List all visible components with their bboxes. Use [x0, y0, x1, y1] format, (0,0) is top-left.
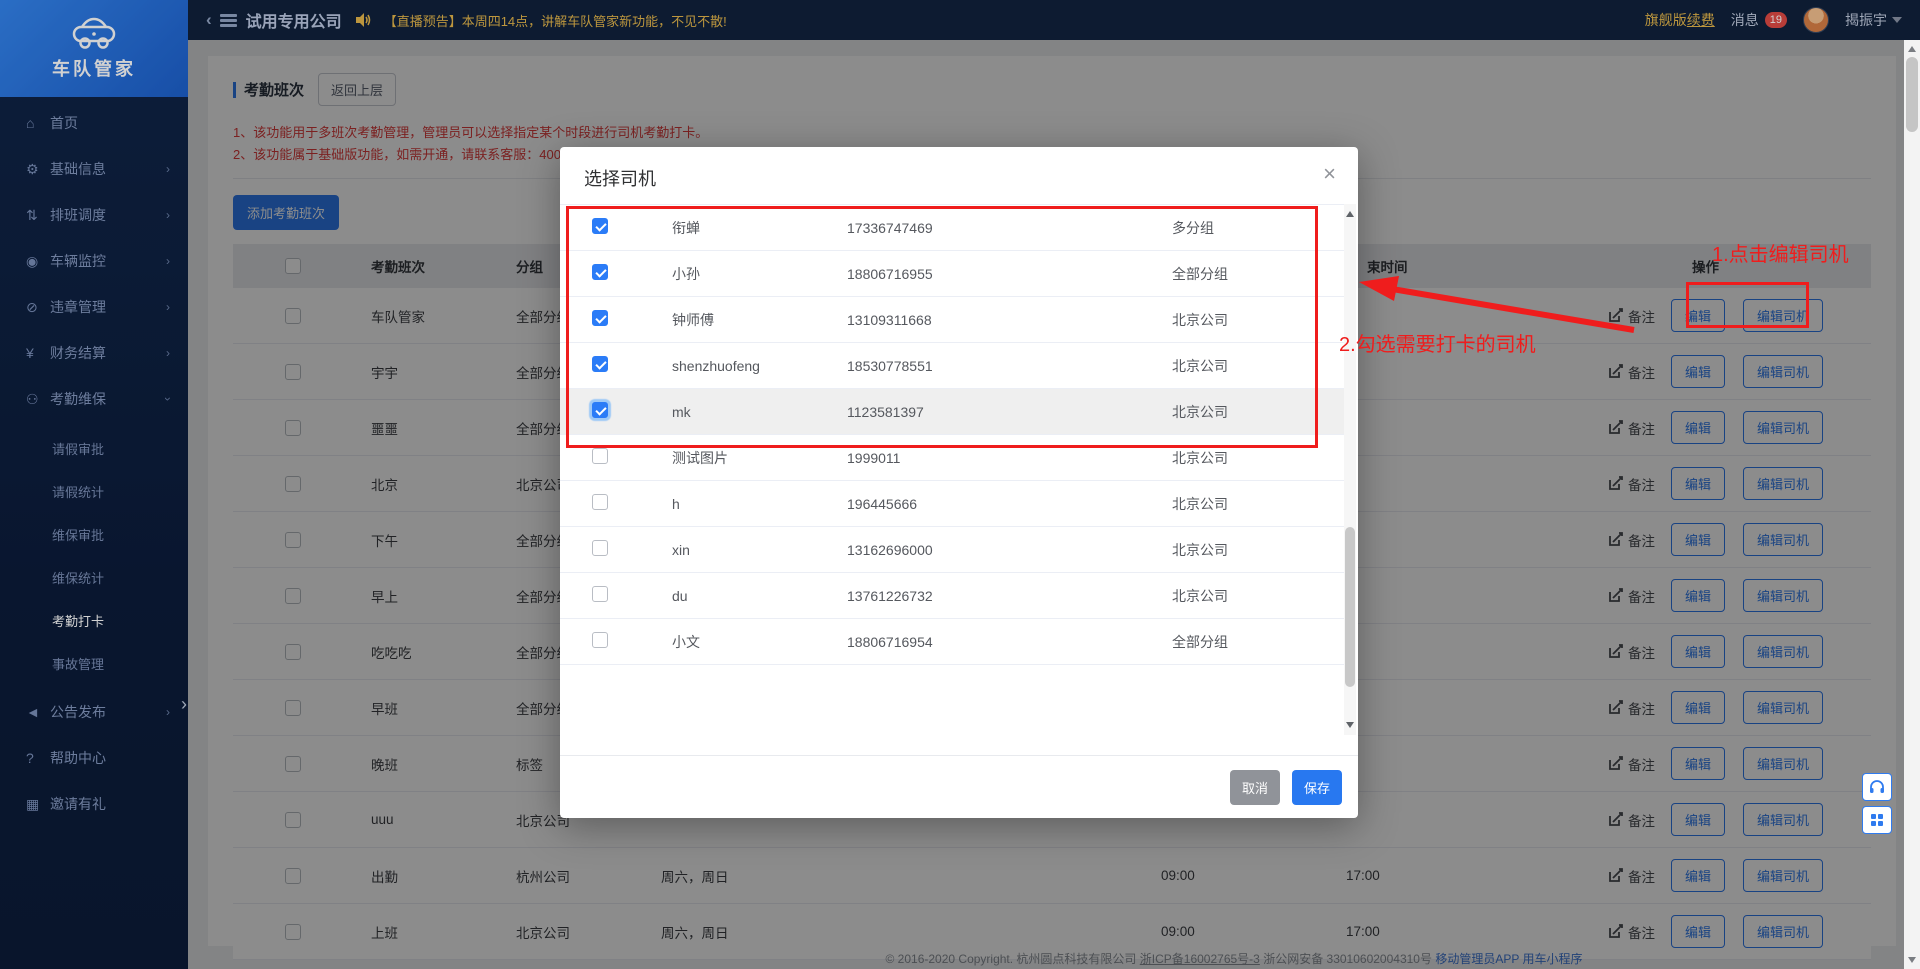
scroll-down-icon[interactable]	[1346, 722, 1354, 728]
scrollbar-thumb[interactable]	[1345, 527, 1355, 687]
driver-name: mk	[672, 403, 691, 420]
driver-group: 北京公司	[1172, 449, 1228, 466]
driver-row[interactable]: du 13761226732 北京公司	[560, 573, 1344, 619]
scroll-up-icon[interactable]	[1346, 211, 1354, 217]
driver-checkbox[interactable]	[592, 310, 608, 326]
app-page: ‹ 试用专用公司 【直播预告】本周四14点，讲解车队管家新功能，不见不散! 旗舰…	[0, 0, 1920, 969]
driver-checkbox[interactable]	[592, 218, 608, 234]
driver-name: h	[672, 495, 680, 512]
driver-row[interactable]: 钟师傅 13109311668 北京公司	[560, 297, 1344, 343]
driver-group: 北京公司	[1172, 541, 1228, 558]
cancel-button[interactable]: 取消	[1229, 769, 1280, 805]
driver-phone: 18530778551	[847, 357, 933, 374]
driver-checkbox[interactable]	[592, 264, 608, 280]
driver-group: 北京公司	[1172, 587, 1228, 604]
driver-checkbox[interactable]	[592, 586, 608, 602]
driver-phone: 18806716954	[847, 633, 933, 650]
driver-name: 测试图片	[672, 449, 728, 466]
driver-row[interactable]: 衔蝉 17336747469 多分组	[560, 205, 1344, 251]
driver-phone: 1999011	[847, 449, 901, 466]
driver-group: 北京公司	[1172, 311, 1228, 328]
driver-checkbox[interactable]	[592, 356, 608, 372]
driver-phone: 13162696000	[847, 541, 933, 558]
driver-name: 衔蝉	[672, 219, 700, 236]
scroll-up-icon[interactable]	[1908, 46, 1916, 52]
customer-service-button[interactable]	[1862, 773, 1892, 801]
select-driver-dialog: 选择司机 × 衔蝉 17336747469 多分组 小孙 18806716955…	[560, 147, 1358, 818]
apps-grid-button[interactable]	[1862, 806, 1892, 834]
driver-phone: 18806716955	[847, 265, 933, 282]
driver-row[interactable]: 小文 18806716954 全部分组	[560, 619, 1344, 665]
driver-checkbox[interactable]	[592, 448, 608, 464]
driver-group: 全部分组	[1172, 633, 1228, 650]
driver-phone: 17336747469	[847, 219, 933, 236]
driver-row[interactable]: 测试图片 1999011 北京公司	[560, 435, 1344, 481]
driver-name: 钟师傅	[672, 311, 714, 328]
driver-checkbox[interactable]	[592, 632, 608, 648]
driver-row[interactable]: 小孙 18806716955 全部分组	[560, 251, 1344, 297]
driver-list-scrollbar[interactable]	[1344, 204, 1356, 735]
close-icon[interactable]: ×	[1323, 161, 1336, 187]
driver-row[interactable]: mk 1123581397 北京公司	[560, 389, 1344, 435]
driver-name: xin	[672, 541, 690, 558]
driver-name: du	[672, 587, 688, 604]
driver-checkbox[interactable]	[592, 494, 608, 510]
driver-list: 衔蝉 17336747469 多分组 小孙 18806716955 全部分组 钟…	[560, 204, 1344, 724]
driver-name: 小孙	[672, 265, 700, 282]
headset-icon	[1870, 779, 1884, 793]
driver-row[interactable]: shenzhuofeng 18530778551 北京公司	[560, 343, 1344, 389]
page-scrollbar-thumb[interactable]	[1906, 57, 1918, 132]
driver-checkbox[interactable]	[592, 540, 608, 556]
driver-checkbox[interactable]	[592, 402, 608, 418]
driver-phone: 13109311668	[847, 311, 932, 328]
grid-icon	[1871, 814, 1883, 826]
save-button[interactable]: 保存	[1291, 769, 1342, 805]
modal-overlay-sidebar	[0, 0, 188, 969]
driver-name: 小文	[672, 633, 700, 650]
driver-group: 北京公司	[1172, 495, 1228, 512]
driver-group: 多分组	[1172, 219, 1214, 236]
driver-row[interactable]: h 196445666 北京公司	[560, 481, 1344, 527]
driver-group: 北京公司	[1172, 403, 1228, 420]
driver-phone: 13761226732	[847, 587, 933, 604]
driver-row[interactable]: xin 13162696000 北京公司	[560, 527, 1344, 573]
driver-name: shenzhuofeng	[672, 357, 760, 374]
driver-group: 全部分组	[1172, 265, 1228, 282]
driver-phone: 1123581397	[847, 403, 924, 420]
scroll-down-icon[interactable]	[1908, 957, 1916, 963]
driver-group: 北京公司	[1172, 357, 1228, 374]
page-scrollbar[interactable]	[1904, 40, 1920, 969]
modal-overlay-topbar	[188, 0, 1920, 40]
driver-phone: 196445666	[847, 495, 918, 512]
dialog-title: 选择司机	[584, 169, 656, 189]
